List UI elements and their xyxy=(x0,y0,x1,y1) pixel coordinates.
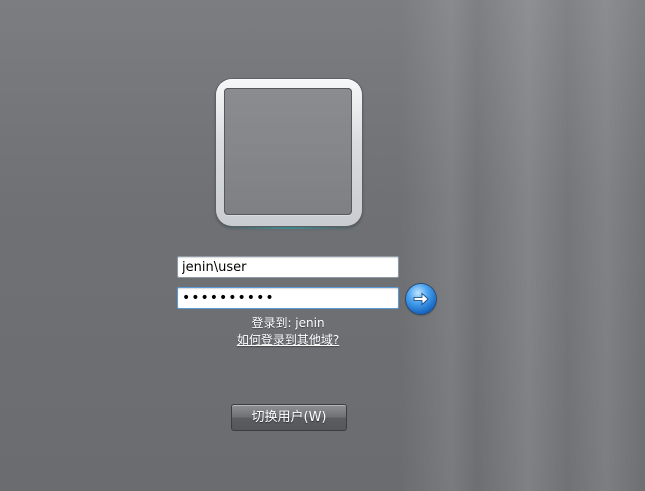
other-domain-link[interactable]: 如何登录到其他域? xyxy=(177,331,399,348)
switch-user-button[interactable]: 切换用户(W) xyxy=(231,404,347,431)
user-tile xyxy=(216,79,362,229)
submit-button[interactable] xyxy=(406,284,436,314)
user-picture-placeholder xyxy=(224,88,352,215)
username-field[interactable] xyxy=(177,256,399,278)
arrow-right-icon xyxy=(413,292,429,306)
logon-screen: •••••••••• 登录到: jenin 如何登录到其他域? 切换用户(W) xyxy=(0,0,645,491)
password-field[interactable]: •••••••••• xyxy=(177,287,399,309)
logon-to-label: 登录到: jenin xyxy=(251,316,325,330)
